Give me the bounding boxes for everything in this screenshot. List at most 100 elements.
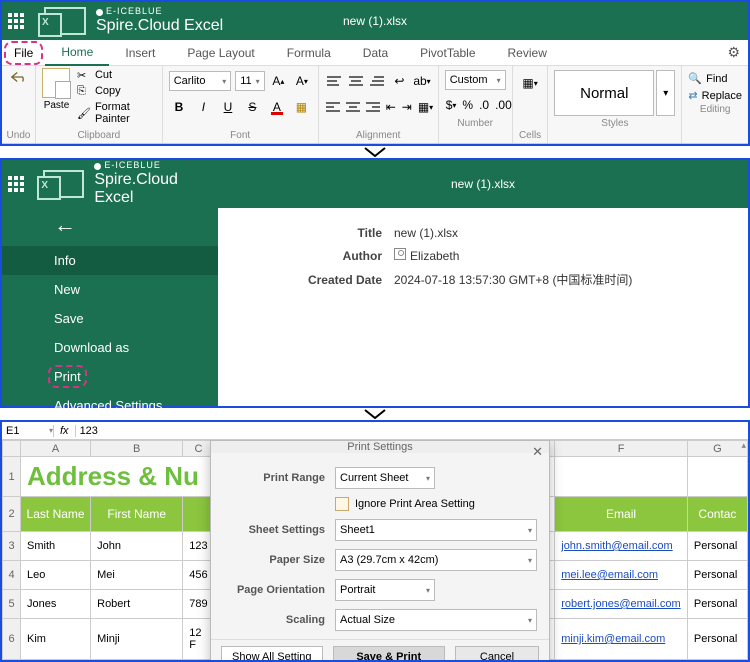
align-bottom-button[interactable]: [369, 70, 387, 92]
align-middle-button[interactable]: [347, 70, 365, 92]
cell-reference-box[interactable]: E1▾: [2, 425, 54, 437]
sidebar-item-new[interactable]: New: [2, 275, 218, 304]
tab-pivot[interactable]: PivotTable: [404, 41, 491, 65]
hdr-email[interactable]: Email: [555, 497, 688, 532]
paper-size-value: A3 (29.7cm x 42cm): [340, 554, 438, 566]
formula-value[interactable]: 123: [76, 425, 98, 437]
fill-color-button[interactable]: ▦: [291, 96, 312, 118]
align-top-button[interactable]: [325, 70, 343, 92]
search-icon: 🔍: [688, 72, 702, 85]
underline-button[interactable]: U: [218, 96, 239, 118]
apps-grid-icon[interactable]: [8, 176, 29, 192]
shrink-font-button[interactable]: A▾: [292, 70, 312, 92]
settings-gear-icon[interactable]: ⚙: [727, 44, 740, 61]
orientation-value: Portrait: [340, 584, 375, 596]
col-A[interactable]: A: [21, 441, 91, 457]
align-center-button[interactable]: [345, 96, 361, 118]
insert-cells-button[interactable]: ▦▾: [519, 72, 541, 94]
scaling-combo[interactable]: Actual Size▾: [335, 609, 537, 631]
strike-button[interactable]: S: [242, 96, 263, 118]
tab-page-layout[interactable]: Page Layout: [171, 41, 270, 65]
increase-indent-button[interactable]: ⇥: [401, 96, 413, 118]
col-F[interactable]: F: [555, 441, 688, 457]
sidebar-item-advanced[interactable]: Advanced Settings: [2, 391, 218, 420]
hdr-first-name[interactable]: First Name: [91, 497, 183, 532]
tab-review[interactable]: Review: [492, 41, 563, 65]
sheet-title[interactable]: Address & Nu: [21, 457, 215, 497]
email-link[interactable]: robert.jones@email.com: [561, 598, 680, 610]
italic-button[interactable]: I: [193, 96, 214, 118]
hdr-contact[interactable]: Contac: [687, 497, 747, 532]
info-created-value: 2024-07-18 13:57:30 GMT+8 (中国标准时间): [394, 271, 632, 288]
hdr-last-name[interactable]: Last Name: [21, 497, 91, 532]
tab-insert[interactable]: Insert: [109, 41, 171, 65]
font-size-value: 11: [240, 75, 251, 87]
orientation-button[interactable]: ab▾: [412, 70, 431, 92]
excel-logo-icon: X: [43, 170, 84, 198]
tab-home[interactable]: Home: [45, 40, 109, 66]
email-link[interactable]: john.smith@email.com: [561, 540, 672, 552]
apps-grid-icon[interactable]: [8, 13, 30, 29]
number-format-combo[interactable]: Custom▾: [445, 70, 506, 90]
merge-button[interactable]: ▦▾: [417, 96, 434, 118]
sheet-settings-combo[interactable]: Sheet1▾: [335, 519, 537, 541]
undo-icon[interactable]: [10, 70, 28, 87]
orientation-combo[interactable]: Portrait▾: [335, 579, 435, 601]
main-window: X E-ICEBLUE Spire.Cloud Excel new (1).xl…: [0, 0, 750, 146]
scroll-up-icon[interactable]: ▴: [741, 440, 746, 451]
paste-icon: [42, 68, 70, 98]
tab-data[interactable]: Data: [347, 41, 404, 65]
print-range-label: Print Range: [223, 472, 335, 484]
fx-icon[interactable]: fx: [54, 425, 76, 437]
back-arrow-icon[interactable]: ←: [2, 208, 218, 246]
replace-button[interactable]: ⇄Replace: [688, 89, 742, 102]
close-icon[interactable]: ✕: [532, 444, 543, 460]
grow-font-button[interactable]: A▴: [269, 70, 289, 92]
find-button[interactable]: 🔍Find: [688, 72, 742, 85]
titlebar: X E-ICEBLUE Spire.Cloud Excel new (1).xl…: [2, 2, 748, 40]
sidebar-item-save[interactable]: Save: [2, 304, 218, 333]
currency-button[interactable]: $▾: [445, 94, 458, 116]
decrease-indent-button[interactable]: ⇤: [385, 96, 397, 118]
style-more-button[interactable]: ▾: [656, 70, 675, 116]
info-title-value: new (1).xlsx: [394, 226, 458, 240]
col-B[interactable]: B: [91, 441, 183, 457]
paper-size-combo[interactable]: A3 (29.7cm x 42cm)▾: [335, 549, 537, 571]
align-right-button[interactable]: [365, 96, 381, 118]
paste-button[interactable]: Paste: [42, 68, 71, 128]
font-color-button[interactable]: A: [267, 96, 288, 118]
group-clipboard-label: Clipboard: [42, 128, 156, 143]
sidebar-item-download[interactable]: Download as: [2, 333, 218, 362]
connector-chevron-1: [0, 146, 750, 158]
bold-button[interactable]: B: [169, 96, 190, 118]
align-left-button[interactable]: [325, 96, 341, 118]
style-normal-button[interactable]: Normal: [554, 70, 654, 116]
copy-button[interactable]: ⎘Copy: [75, 84, 156, 98]
sidebar-item-print[interactable]: Print: [2, 362, 218, 391]
brand: E-ICEBLUE Spire.Cloud Excel: [96, 7, 223, 34]
cancel-button[interactable]: Cancel: [455, 646, 539, 660]
wrap-text-button[interactable]: ↩: [390, 70, 408, 92]
decrease-decimal-button[interactable]: .0: [478, 94, 490, 116]
backstage-window-title: new (1).xlsx: [218, 160, 748, 208]
font-name-combo[interactable]: Carlito▾: [169, 71, 232, 91]
print-range-combo[interactable]: Current Sheet▾: [335, 467, 435, 489]
sidebar-item-info[interactable]: Info: [2, 246, 218, 275]
replace-icon: ⇄: [688, 89, 697, 102]
email-link[interactable]: mei.lee@email.com: [561, 569, 658, 581]
save-and-print-button[interactable]: Save & Print: [333, 646, 446, 660]
font-size-combo[interactable]: 11▾: [235, 71, 264, 91]
increase-decimal-button[interactable]: .00: [494, 94, 513, 116]
format-painter-button[interactable]: 🖌Format Painter: [75, 100, 156, 126]
chevron-down-icon: ▾: [528, 526, 532, 535]
tab-formula[interactable]: Formula: [271, 41, 347, 65]
group-alignment: ↩ ab▾ ⇤ ⇥ ▦▾ Alignment: [319, 66, 439, 143]
email-link[interactable]: minji.kim@email.com: [561, 633, 665, 645]
cell-reference-value: E1: [6, 425, 19, 437]
tab-file[interactable]: File: [6, 43, 41, 63]
percent-button[interactable]: %: [461, 94, 474, 116]
show-all-settings-button[interactable]: Show All Setting: [221, 646, 323, 660]
ignore-print-area-checkbox[interactable]: [335, 497, 349, 511]
cut-button[interactable]: ✂Cut: [75, 68, 156, 82]
col-G[interactable]: G: [687, 441, 747, 457]
